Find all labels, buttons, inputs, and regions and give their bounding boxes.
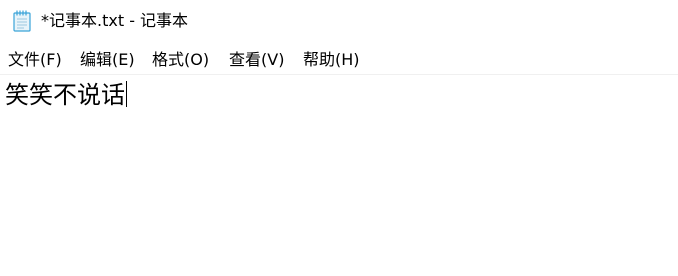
editor-content-line[interactable]: 笑笑不说话 xyxy=(5,80,127,110)
notepad-window: *记事本.txt - 记事本 文件(F) 编辑(E) 格式(O) 查看(V) 帮… xyxy=(0,0,678,276)
menu-view[interactable]: 查看(V) xyxy=(229,50,284,70)
menu-format[interactable]: 格式(O) xyxy=(152,50,209,70)
menu-edit[interactable]: 编辑(E) xyxy=(80,50,135,70)
text-editor-area[interactable]: 笑笑不说话 xyxy=(0,75,678,276)
title-bar[interactable]: *记事本.txt - 记事本 xyxy=(0,0,678,42)
menu-file[interactable]: 文件(F) xyxy=(8,50,62,70)
menu-help[interactable]: 帮助(H) xyxy=(303,50,360,70)
text-caret xyxy=(126,81,127,107)
notepad-icon xyxy=(12,10,32,32)
window-title: *记事本.txt - 记事本 xyxy=(41,11,189,30)
editor-content: 笑笑不说话 xyxy=(5,81,125,109)
menu-bar: 文件(F) 编辑(E) 格式(O) 查看(V) 帮助(H) xyxy=(0,46,678,74)
